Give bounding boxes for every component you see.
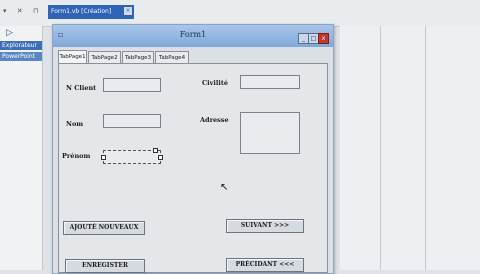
add-new-button[interactable]: AJOUTÉ NOUVEAUX xyxy=(63,221,145,235)
ide-toolbar: ▾ ✕ ⊓ Form1.vb [Création] × xyxy=(0,0,480,27)
tab-page2[interactable]: TabPage2 xyxy=(88,51,121,63)
resize-handle[interactable] xyxy=(101,155,106,160)
prenom-label: Prénom xyxy=(62,152,91,160)
tab-page4[interactable]: TabPage4 xyxy=(155,51,189,63)
adresse-label: Adresse xyxy=(200,116,229,124)
mouse-cursor-icon: ↖ xyxy=(220,182,229,193)
ide-toolbar-glyphs[interactable]: ▾ ✕ ⊓ xyxy=(3,7,42,15)
civilite-label: Civilité xyxy=(202,79,228,87)
client-number-input[interactable] xyxy=(103,78,161,92)
ide-left-panel: ▷ Explorateur PowerPoint xyxy=(0,26,43,270)
civilite-input[interactable] xyxy=(240,75,300,89)
play-icon[interactable]: ▷ xyxy=(6,28,13,38)
prenom-input[interactable] xyxy=(101,148,163,164)
close-icon[interactable]: × xyxy=(124,7,132,15)
form-titlebar[interactable]: ▫ Form1 _ □ x xyxy=(53,25,333,47)
designer-background xyxy=(340,26,480,270)
tab-page1[interactable]: TabPage1 xyxy=(58,50,87,63)
nom-label: Nom xyxy=(66,120,84,128)
grid-divider xyxy=(425,26,426,270)
grid-divider xyxy=(380,26,381,270)
left-panel-item[interactable]: Explorateur xyxy=(0,41,42,50)
close-button[interactable]: x xyxy=(318,33,329,44)
save-button[interactable]: ENREGISTER xyxy=(65,259,145,273)
tab-page-content: N Client Nom Prénom Civilité Adresse ↖ A… xyxy=(58,63,328,273)
adresse-input[interactable] xyxy=(240,112,300,154)
ide-document-tab[interactable]: Form1.vb [Création] xyxy=(48,5,134,19)
resize-handle[interactable] xyxy=(158,155,163,160)
left-panel-item[interactable]: PowerPoint xyxy=(0,52,42,61)
nom-input[interactable] xyxy=(103,114,161,128)
form-title: Form1 xyxy=(179,30,207,39)
form-window[interactable]: ▫ Form1 _ □ x TabPage1 TabPage2 TabPage3… xyxy=(52,24,334,274)
next-button[interactable]: SUIVANT >>> xyxy=(226,219,304,233)
tab-page3[interactable]: TabPage3 xyxy=(122,51,154,63)
ide-document-tab-label: Form1.vb [Création] xyxy=(51,8,112,15)
client-number-label: N Client xyxy=(66,84,97,92)
resize-handle[interactable] xyxy=(153,148,158,153)
